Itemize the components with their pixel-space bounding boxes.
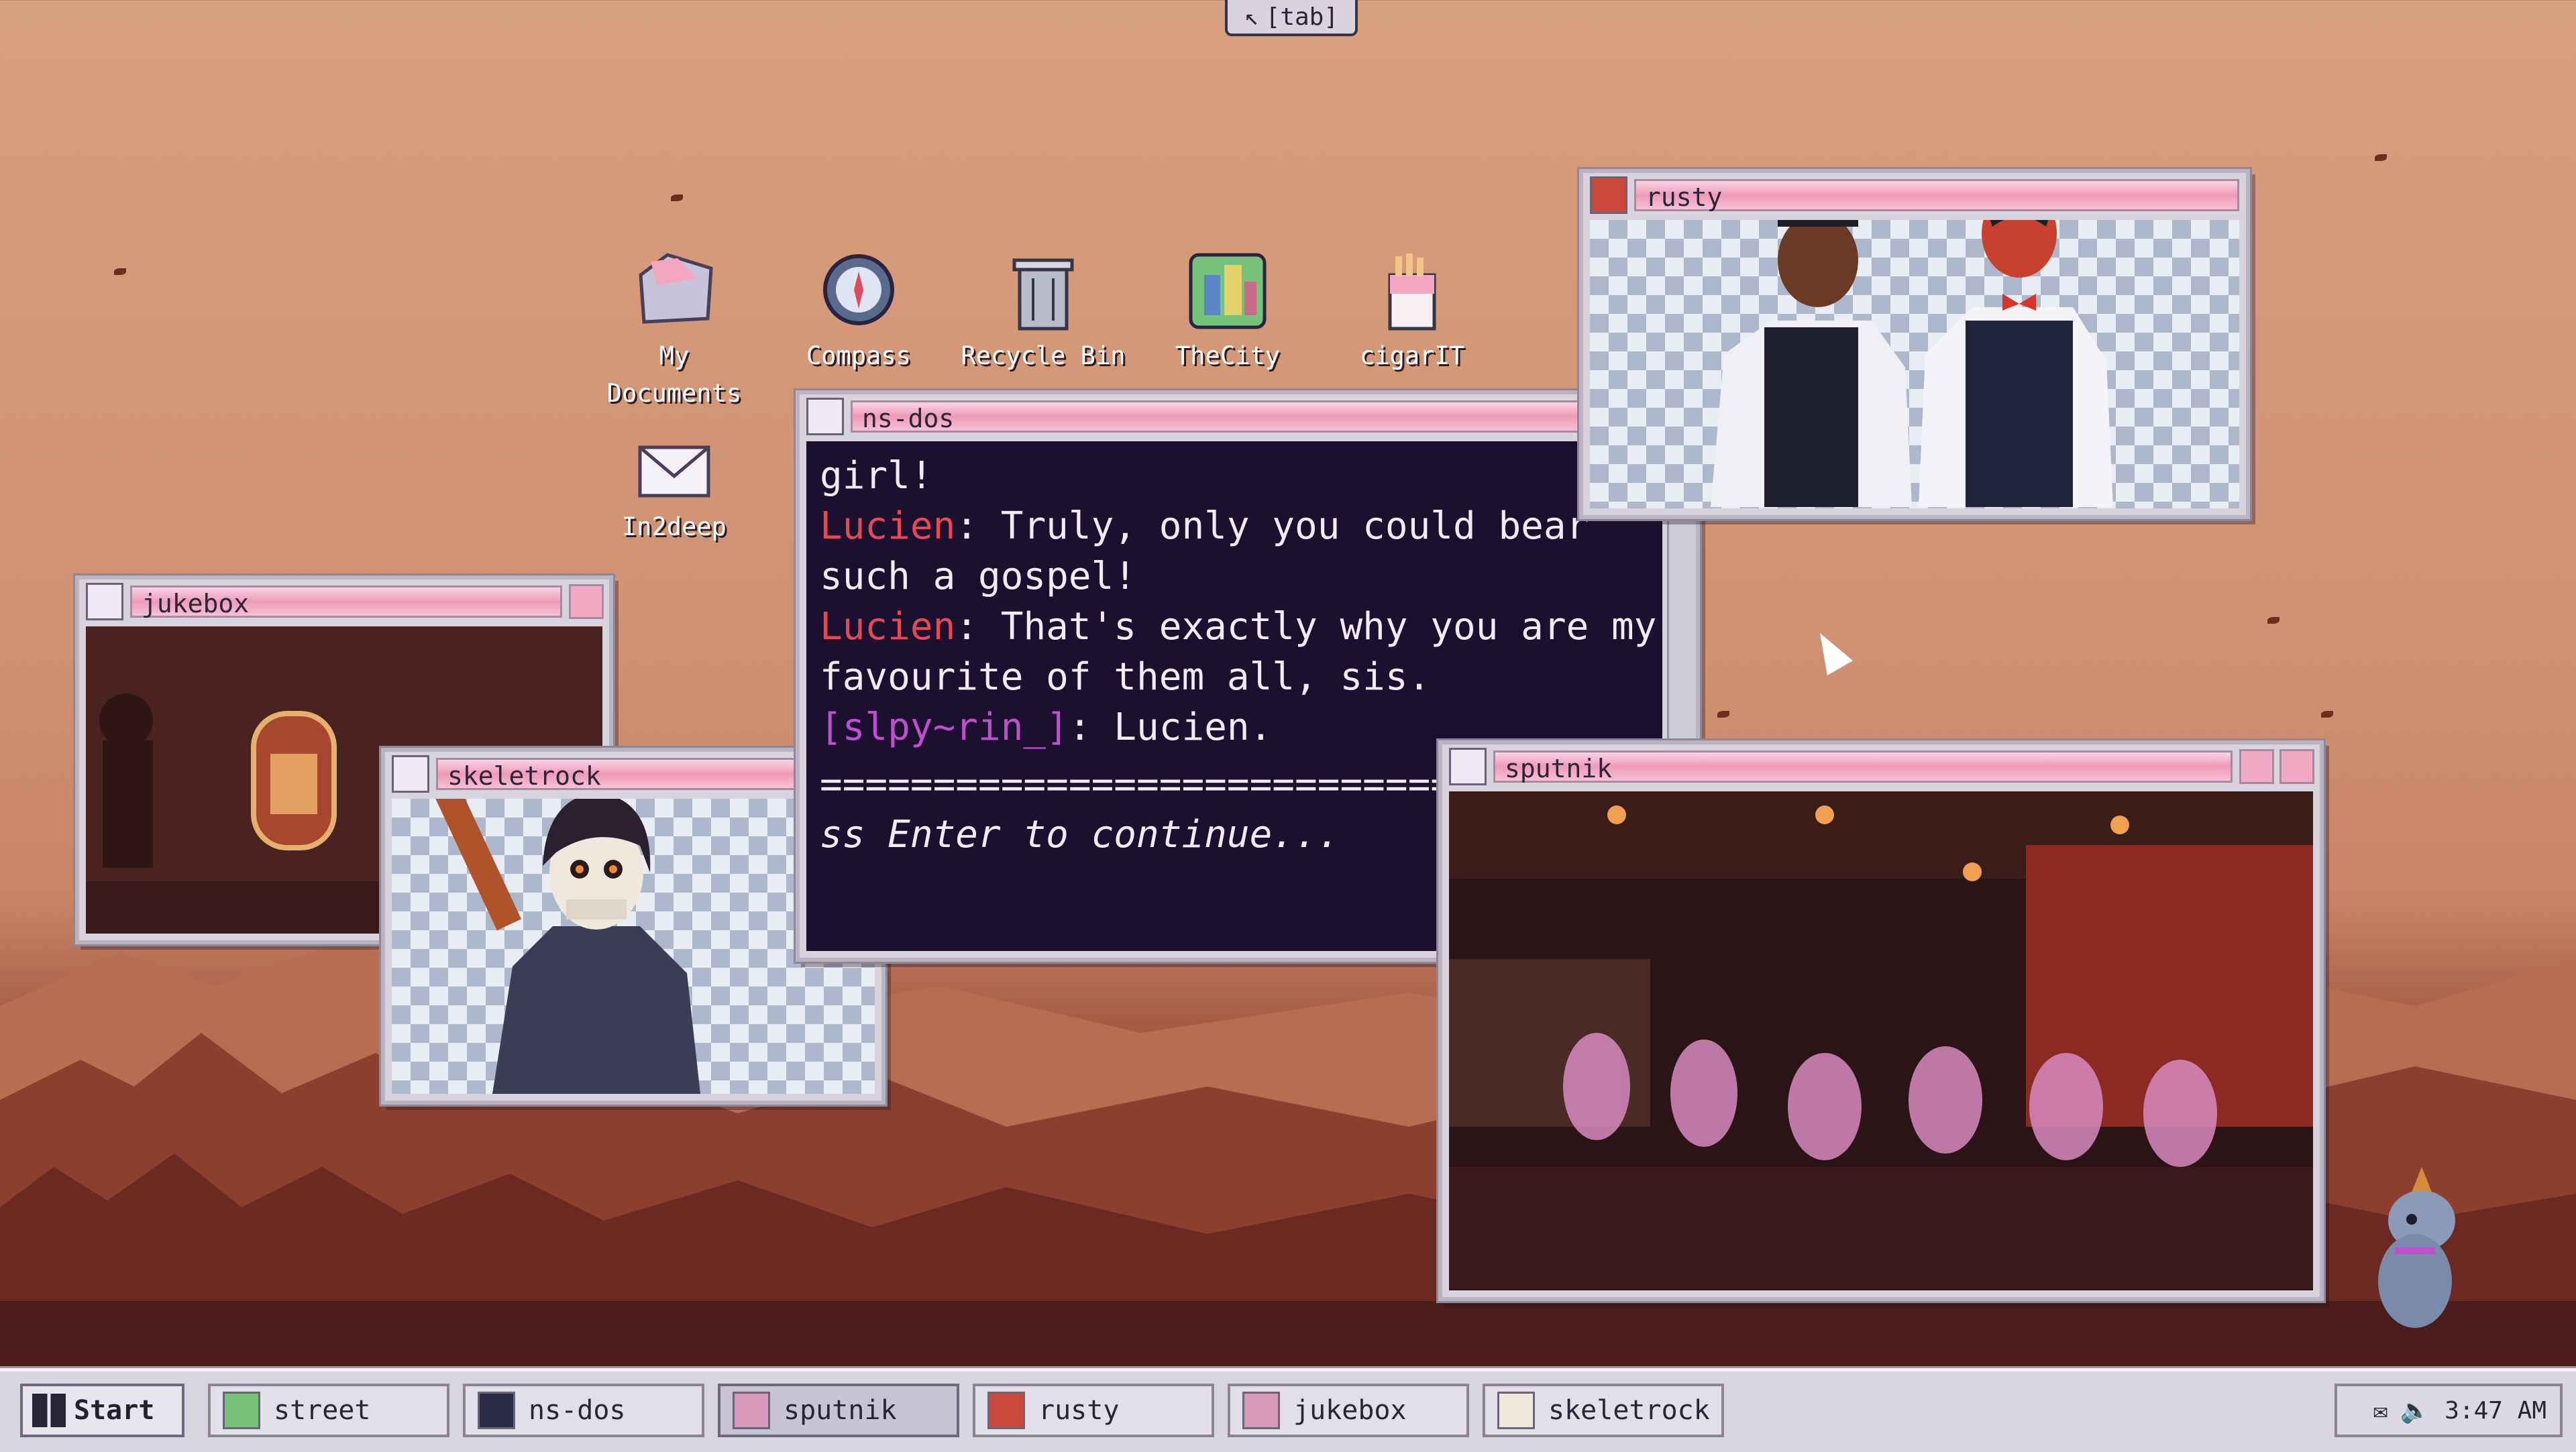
window-titlebar[interactable]: ns-dos [800,394,1696,439]
console-line: girl! [820,454,933,498]
desktop-icon-label: My Documents [606,341,742,408]
system-tray: ✉ 🔈 3:47 AM [2334,1384,2563,1437]
speaker-name: Lucien [820,605,956,649]
desktop-icon-label: cigarIT [1360,341,1464,370]
dos-app-icon [806,398,844,435]
falling-leaf [671,194,683,201]
png-file-icon [1242,1392,1280,1429]
window-title: rusty [1634,179,2239,212]
cigarette-pack-icon [1368,248,1456,332]
desktop-icon-label: Compass [806,341,911,370]
devil-icon [1590,176,1627,214]
console-line: Lucien: That's exactly why you are my [820,605,1657,649]
taskbar: Start street ns-dos sputnik rusty jukebo… [0,1368,2576,1452]
desktop-icon-cigarit[interactable]: cigarIT [1322,248,1503,375]
mail-icon [631,439,718,503]
devil-icon [987,1392,1025,1429]
window-sputnik[interactable]: sputnik [1438,740,2324,1301]
taskbar-item-label: jukebox [1293,1395,1407,1426]
speaker-name: Lucien [820,504,956,548]
maximize-button[interactable] [2239,749,2274,784]
taskbar-item-label: ns-dos [529,1395,626,1426]
taskbar-item-rusty[interactable]: rusty [973,1384,1214,1437]
window-title: sputnik [1493,750,2233,783]
folder-icon [631,248,718,332]
window-titlebar[interactable]: sputnik [1442,744,2320,789]
falling-leaf [2267,617,2279,624]
window-title: ns-dos [851,400,1689,433]
bartenders-icon [1711,189,2113,507]
taskbar-item-street[interactable]: street [208,1384,449,1437]
window-rusty[interactable]: rusty [1579,169,2250,519]
window-titlebar[interactable]: rusty [1583,173,2246,217]
taskbar-item-label: sputnik [784,1395,897,1426]
city-icon [1184,248,1271,332]
start-label: Start [74,1395,155,1426]
skull-icon [1497,1392,1535,1429]
start-button[interactable]: Start [20,1384,184,1437]
mouse-cursor-icon [1807,626,1854,675]
window-titlebar[interactable]: jukebox [79,579,609,624]
mail-icon[interactable]: ✉ [2373,1397,2388,1425]
tab-hint[interactable]: ↖ [tab] [1225,0,1358,36]
console-line: Lucien: Truly, only you could bear [820,504,1589,548]
taskbar-item-label: skeletrock [1548,1395,1710,1426]
taskbar-item-ns-dos[interactable]: ns-dos [463,1384,704,1437]
desktop-icon-label: TheCity [1175,341,1280,370]
falling-leaf [2321,711,2333,718]
taskbar-item-label: rusty [1038,1395,1120,1426]
taskbar-item-sputnik[interactable]: sputnik [718,1384,959,1437]
recycle-bin-icon [1000,248,1087,332]
street-app-icon [223,1392,260,1429]
desktop-icon-label: In2deep [622,512,727,541]
minimize-button[interactable] [2279,749,2314,784]
taskbar-item-skeletrock[interactable]: skeletrock [1483,1384,1724,1437]
desktop-icon-in2deep[interactable]: In2deep [584,439,765,546]
desktop-icon-thecity[interactable]: TheCity [1137,248,1318,375]
bar-scene-icon [1449,791,2313,1289]
minimize-button[interactable] [569,584,604,619]
compass-icon [815,248,902,332]
taskbar-item-jukebox[interactable]: jukebox [1228,1384,1469,1437]
desktop-icon-compass[interactable]: Compass [768,248,949,375]
desktop-icon-recycle-bin[interactable]: Recycle Bin [953,248,1134,375]
window-title: jukebox [130,585,562,618]
sputnik-bar-scene [1449,791,2313,1290]
dos-app-icon [478,1392,515,1429]
pointer-icon: ↖ [1244,3,1259,31]
skull-icon [392,755,429,793]
console-line: favourite of them all, sis. [820,655,1431,699]
desktop-icon-label: Recycle Bin [961,341,1126,370]
png-file-icon [86,583,123,620]
falling-leaf [2375,154,2387,161]
clock: 3:47 AM [2445,1396,2546,1425]
png-file-icon [1449,748,1487,785]
falling-leaf [114,268,126,275]
tab-hint-label: [tab] [1265,3,1339,31]
speaker-name: [slpy~rin_] [820,706,1069,749]
desktop-icon-my-documents[interactable]: My Documents [584,248,765,412]
console-line: such a gospel! [820,555,1137,598]
windows-logo-icon [32,1394,66,1427]
falling-leaf [1717,711,1729,718]
dog-mascot-icon[interactable] [2368,1167,2475,1335]
speaker-icon[interactable]: 🔈 [2400,1396,2430,1425]
png-file-icon [733,1392,770,1429]
taskbar-item-label: street [274,1395,371,1426]
rusty-portrait [1590,189,2239,508]
